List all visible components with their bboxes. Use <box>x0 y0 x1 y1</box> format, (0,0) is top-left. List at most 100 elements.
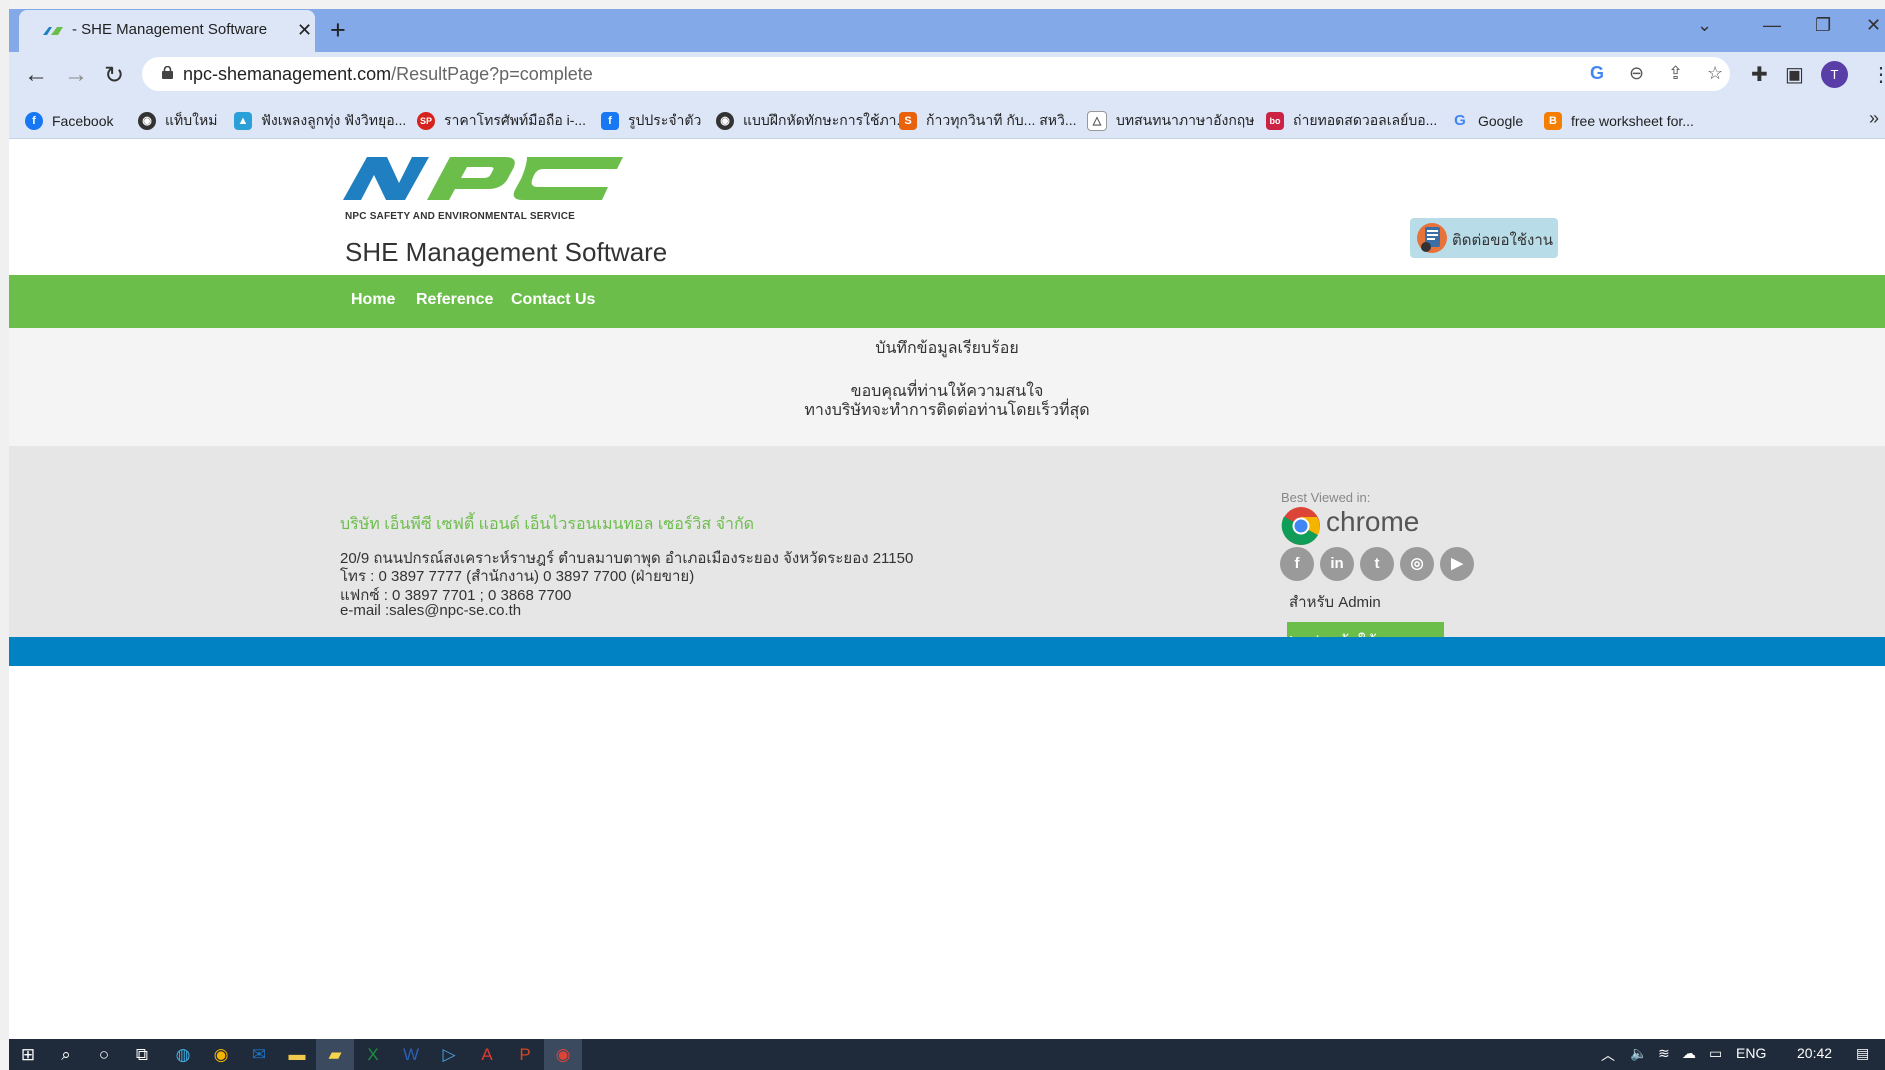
bookmark-label: free worksheet for... <box>1571 113 1694 129</box>
bookmark-star-icon[interactable]: ☆ <box>1707 63 1723 84</box>
web-page: NPC SAFETY AND ENVIRONMENTAL SERVICE SHE… <box>9 139 1885 1039</box>
battery-icon[interactable]: ▭ <box>1709 1045 1722 1062</box>
radio-icon: ▲ <box>234 112 252 130</box>
restore-icon[interactable]: ❐ <box>1815 15 1831 36</box>
lock-icon <box>162 66 173 79</box>
menu-icon[interactable]: ⋮ <box>1871 62 1885 87</box>
back-icon[interactable]: ← <box>24 61 48 89</box>
footer: บริษัท เอ็นพีซี เซฟตี้ แอนด์ เอ็นไวรอนเม… <box>9 446 1885 664</box>
bookmark-label: ฟังเพลงลูกทุ่ง ฟังวิทยุอ... <box>261 112 407 128</box>
npc-logo[interactable] <box>343 153 623 243</box>
language-indicator[interactable]: ENG <box>1736 1045 1766 1061</box>
url-text: npc-shemanagement.com/ResultPage?p=compl… <box>183 64 593 84</box>
globe-icon: ◉ <box>716 112 734 130</box>
volume-icon[interactable]: 🔈 <box>1630 1045 1647 1062</box>
blogger-icon: B <box>1544 112 1562 130</box>
bookmark-item[interactable]: SP ราคาโทรศัพท์มือถือ i-... <box>417 110 586 132</box>
minimize-icon[interactable]: — <box>1763 15 1781 36</box>
search-icon[interactable]: ⌕ <box>47 1039 85 1070</box>
share-icon[interactable]: ⇪ <box>1668 63 1683 84</box>
bookmark-item[interactable]: Bfree worksheet for... <box>1544 110 1694 132</box>
bookmark-item[interactable]: S ก้าวทุกวินาที กับ... สหวิ... <box>899 110 1077 132</box>
cortana-icon[interactable]: ○ <box>85 1039 123 1070</box>
word-icon[interactable]: W <box>392 1039 430 1070</box>
sticky-notes-icon[interactable]: ▰ <box>316 1039 354 1070</box>
outlook-icon[interactable]: ✉ <box>240 1039 278 1070</box>
bookmark-item[interactable]: ◉ แบบฝึกหัดทักษะการใช้ภา... <box>716 110 908 132</box>
facebook-icon[interactable]: f <box>1280 547 1314 581</box>
acrobat-icon[interactable]: A <box>468 1039 506 1070</box>
contact-request-button[interactable]: ติดต่อขอใช้งาน <box>1410 218 1558 258</box>
excel-icon[interactable]: X <box>354 1039 392 1070</box>
best-viewed-label: Best Viewed in: <box>1281 490 1371 505</box>
tab-search-icon[interactable]: ⌄ <box>1697 15 1712 36</box>
edge-icon[interactable]: ◍ <box>164 1039 202 1070</box>
bookmark-item[interactable]: △ บทสนทนาภาษาอังกฤษ <box>1087 110 1255 132</box>
tab-strip: - SHE Management Software ✕ + ⌄ — ❐ ✕ <box>9 9 1885 52</box>
instagram-icon[interactable]: ◎ <box>1400 547 1434 581</box>
task-view-icon[interactable]: ⧉ <box>123 1039 161 1070</box>
triangle-icon: △ <box>1087 111 1107 131</box>
windows-start-icon[interactable]: ⊞ <box>9 1039 47 1070</box>
youtube-icon[interactable]: ▶ <box>1440 547 1474 581</box>
notifications-icon[interactable]: ▤ <box>1856 1045 1869 1062</box>
zoom-icon[interactable]: ⊖ <box>1629 63 1644 84</box>
bookmark-label: ถ่ายทอดสดวอลเลย์บอ... <box>1293 112 1438 128</box>
follow-up-message: ทางบริษัทจะทำการติดต่อท่านโดยเร็วที่สุด <box>804 402 1090 419</box>
twitter-icon[interactable]: t <box>1360 547 1394 581</box>
onedrive-icon[interactable]: ☁ <box>1682 1045 1696 1062</box>
google-icon: G <box>1454 112 1466 129</box>
nav-reference[interactable]: Reference <box>416 291 493 309</box>
tab-title: - SHE Management Software <box>72 21 268 38</box>
more-bookmarks-icon[interactable]: » <box>1869 108 1879 129</box>
site-title: SHE Management Software <box>345 237 668 267</box>
bookmarks-bar: f Facebook ◉ แท็บใหม่ ▲ ฟังเพลงลูกทุ่ง ฟังว… <box>9 102 1885 139</box>
close-tab-icon[interactable]: ✕ <box>297 20 312 41</box>
bookmark-label: แบบฝึกหัดทักษะการใช้ภา... <box>743 112 909 128</box>
linkedin-icon[interactable]: in <box>1320 547 1354 581</box>
bookmark-label: ก้าวทุกวินาที กับ... สหวิ... <box>926 112 1077 128</box>
bookmark-item[interactable]: bo ถ่ายทอดสดวอลเลย์บอ... <box>1266 110 1437 132</box>
globe-icon: ◉ <box>138 112 156 130</box>
chrome-taskbar-icon[interactable]: ◉ <box>202 1039 240 1070</box>
admin-label: สำหรับ Admin <box>1289 594 1381 611</box>
profile-avatar[interactable]: T <box>1821 61 1848 88</box>
extensions-icon[interactable]: ✚ <box>1751 62 1768 87</box>
file-explorer-icon[interactable]: ▬ <box>278 1039 316 1070</box>
nav-home[interactable]: Home <box>351 291 395 309</box>
top-border <box>0 0 1885 9</box>
save-success-message: บันทึกข้อมูลเรียบร้อย <box>875 340 1019 357</box>
bookmark-label: บทสนทนาภาษาอังกฤษ <box>1116 112 1255 128</box>
bookmark-label: Google <box>1478 113 1524 129</box>
bookmark-item[interactable]: f Facebook <box>25 110 113 132</box>
bookmark-label: Facebook <box>52 113 114 129</box>
bookmark-item[interactable]: ▲ ฟังเพลงลูกทุ่ง ฟังวิทยุอ... <box>234 110 406 132</box>
google-lens-icon[interactable]: G <box>1590 63 1604 84</box>
forward-icon[interactable]: → <box>64 61 88 89</box>
s-icon: S <box>899 112 917 130</box>
clock[interactable]: 20:42 <box>1797 1045 1832 1061</box>
wifi-icon[interactable]: ≋ <box>1658 1045 1670 1062</box>
media-player-icon[interactable]: ▷ <box>430 1039 468 1070</box>
chrome-active-icon[interactable]: ◉ <box>544 1039 582 1070</box>
company-email[interactable]: e-mail :sales@npc-se.co.th <box>340 602 521 619</box>
left-border <box>0 0 9 1040</box>
bookmark-label: แท็บใหม่ <box>165 112 218 128</box>
browser-tab[interactable]: - SHE Management Software ✕ <box>19 10 315 52</box>
side-panel-icon[interactable]: ▣ <box>1785 62 1804 87</box>
bookmark-label: รูปประจำตัว <box>628 112 702 128</box>
bookmark-item[interactable]: G Google <box>1451 110 1523 132</box>
nav-contact-us[interactable]: Contact Us <box>511 291 595 309</box>
bookmark-item[interactable]: f รูปประจำตัว <box>601 110 701 132</box>
reload-icon[interactable]: ↻ <box>104 61 124 90</box>
browser-window: - SHE Management Software ✕ + ⌄ — ❐ ✕ ← … <box>9 9 1885 1039</box>
footer-bar <box>9 637 1885 666</box>
new-tab-button[interactable]: + <box>330 15 346 46</box>
contact-request-label: ติดต่อขอใช้งาน <box>1452 232 1554 249</box>
tray-expand-icon[interactable]: ︿ <box>1601 1045 1615 1065</box>
bo-icon: bo <box>1266 112 1284 130</box>
address-bar[interactable]: npc-shemanagement.com/ResultPage?p=compl… <box>142 57 1730 91</box>
bookmark-item[interactable]: ◉ แท็บใหม่ <box>138 110 217 132</box>
powerpoint-icon[interactable]: P <box>506 1039 544 1070</box>
close-window-icon[interactable]: ✕ <box>1866 15 1881 36</box>
